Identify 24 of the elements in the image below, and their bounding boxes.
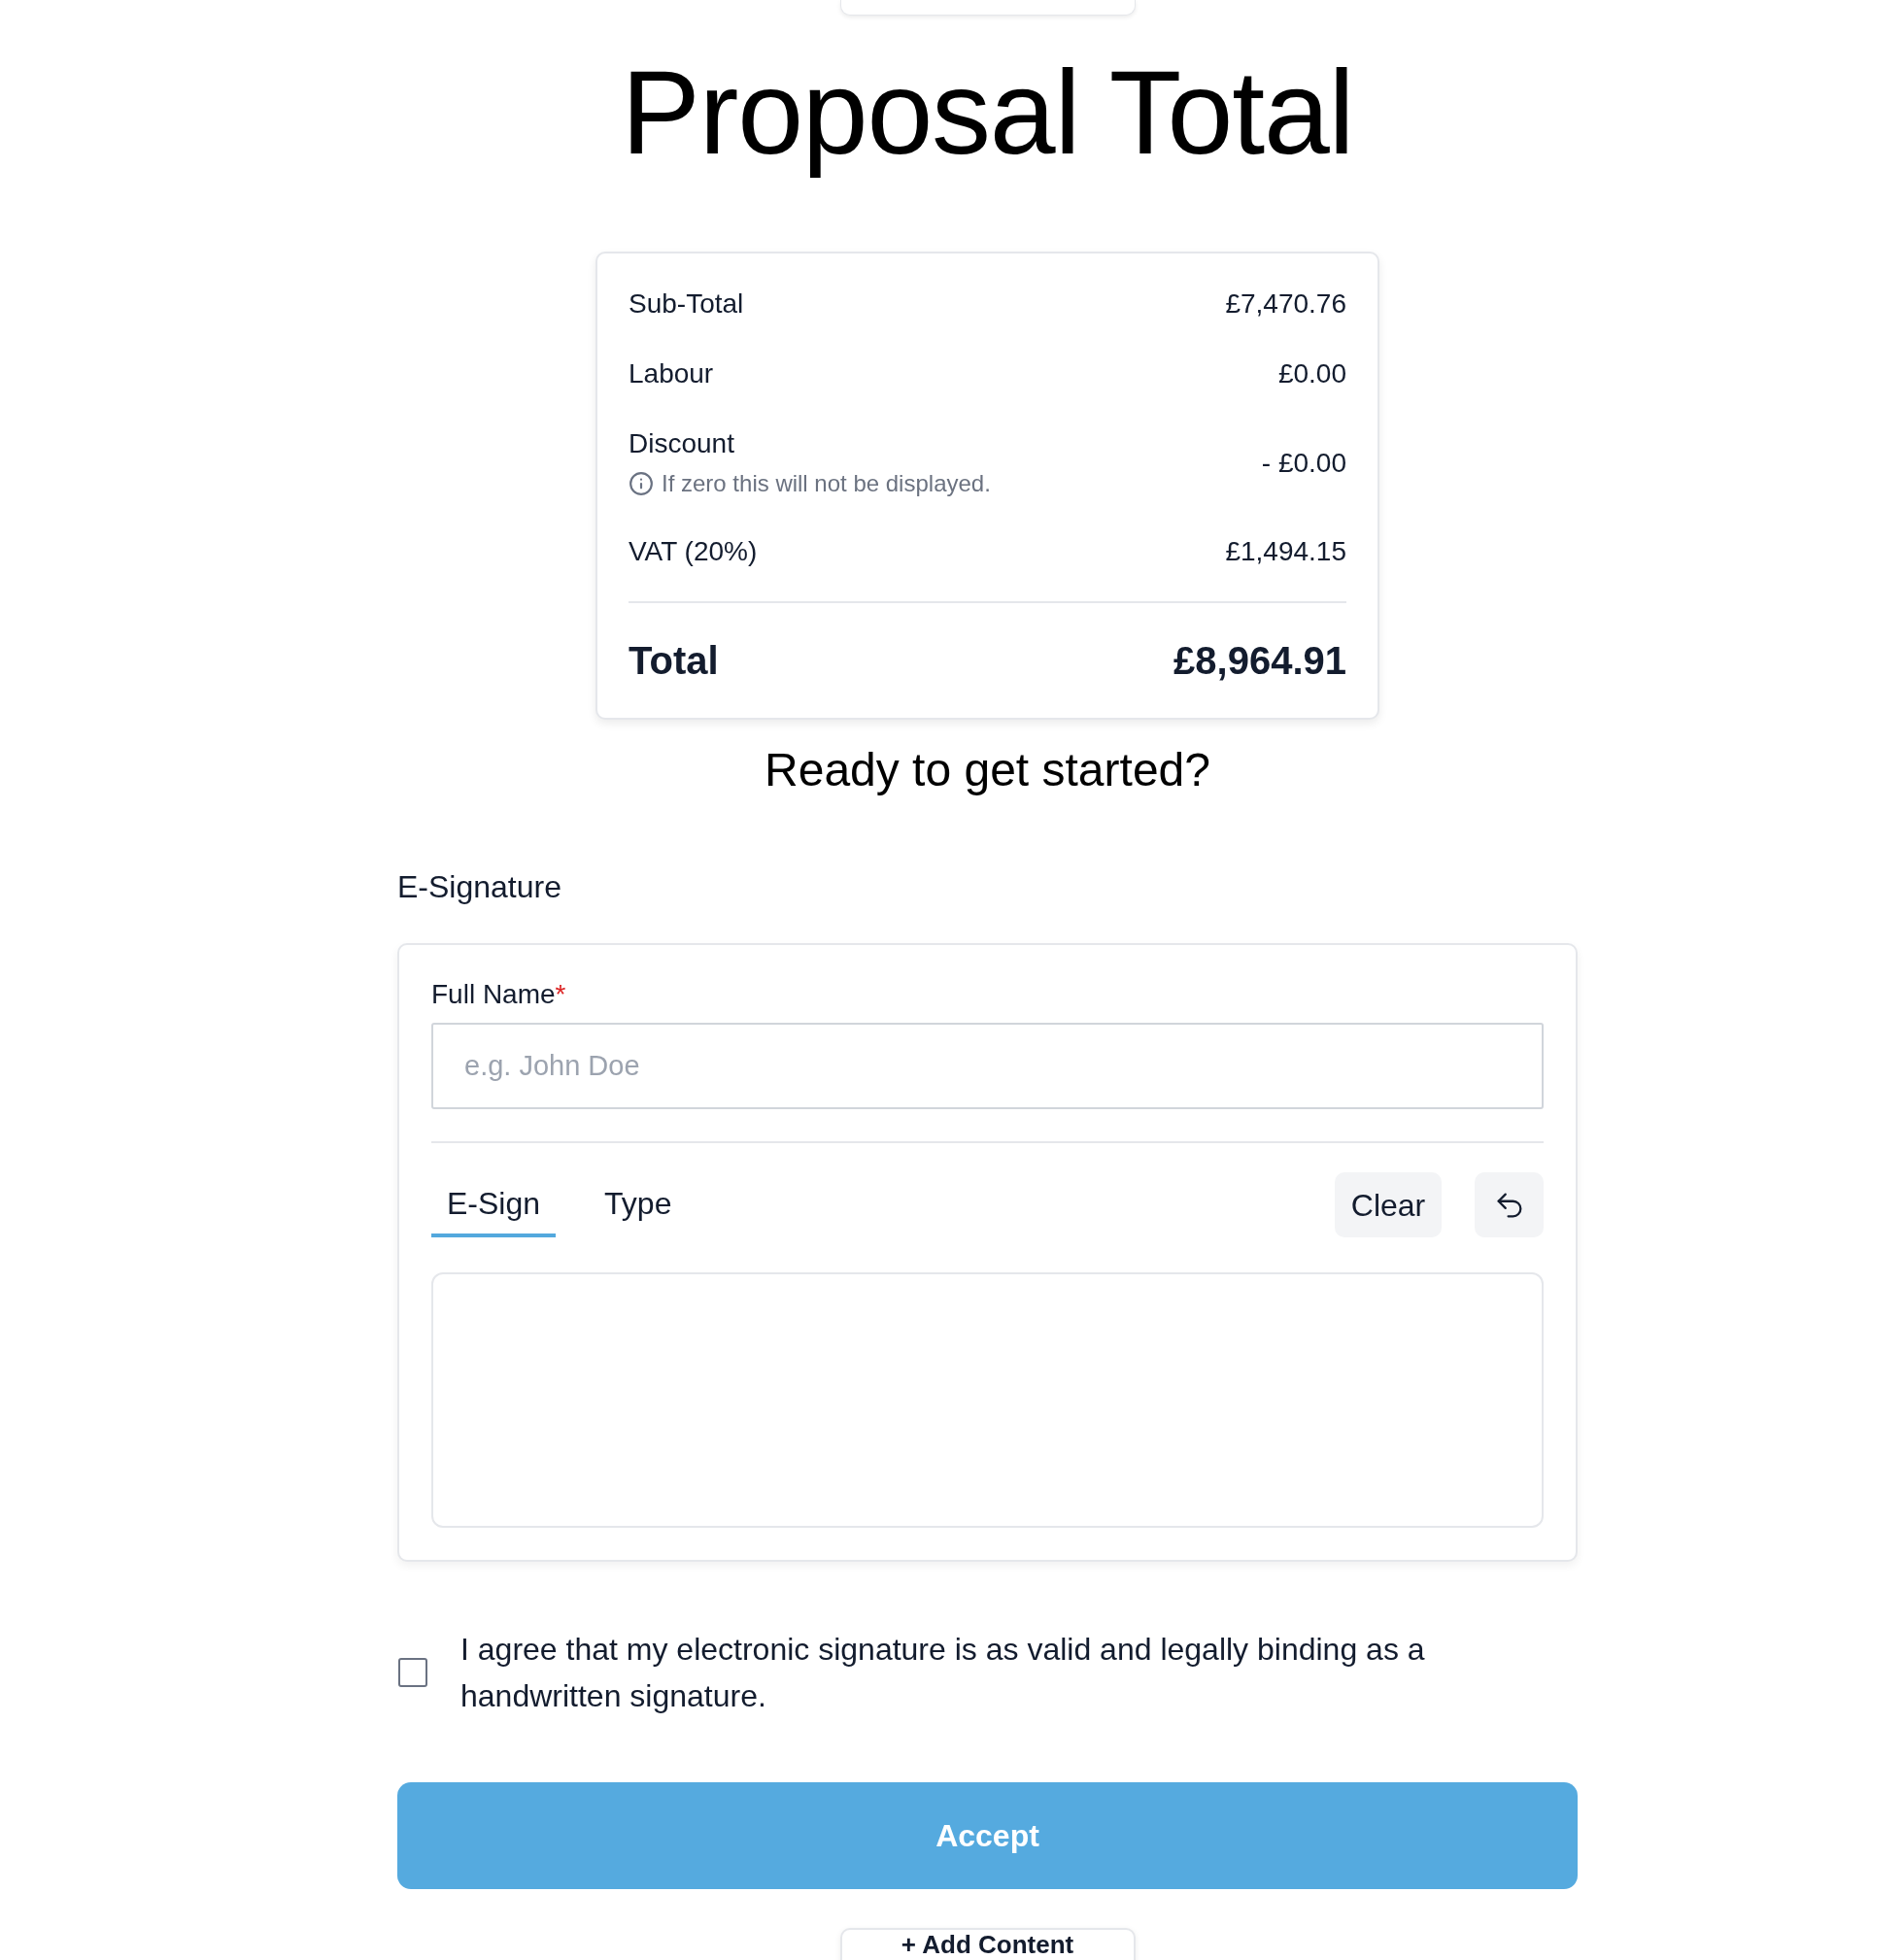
clear-button[interactable]: Clear [1335,1172,1442,1237]
row-label: VAT (20%) [629,535,758,568]
row-value: £0.00 [1277,357,1346,390]
agreement-text: I agree that my electronic signature is as valid and legally binding as a handwritten signature. [460,1631,1426,1715]
row-value: - £0.00 [1261,446,1346,480]
row-label: Sub-Total [629,287,744,321]
row-value: £1,494.15 [1225,535,1346,568]
tab[interactable]: E-Sign [431,1172,557,1237]
undo-button[interactable] [1475,1172,1544,1237]
field-label: Full Name* [431,978,566,1011]
hint-text: If zero this will not be displayed. [662,469,991,498]
total-value: £8,964.91 [1173,638,1346,684]
page-title: Proposal Total [621,46,1354,181]
add-content-button[interactable]: + Add Content [839,1928,1136,1960]
total-label: Total [629,638,719,684]
name-input[interactable]: e.g. John Doe [431,1023,1544,1109]
row-label: Discount [629,427,735,460]
prompt-heading: Ready to get started? [765,743,1210,797]
tab[interactable]: Type [589,1172,688,1237]
row-label: Labour [629,357,714,390]
row-value: £7,470.76 [1225,287,1346,321]
info-icon [629,471,654,496]
section-heading: E-Signature [397,868,561,906]
agree-checkbox[interactable] [398,1658,427,1687]
